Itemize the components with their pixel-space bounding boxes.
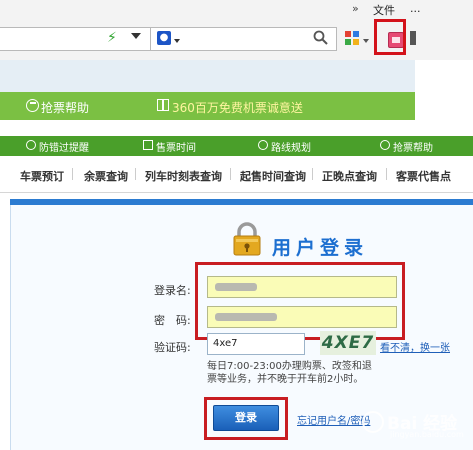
lightning-icon[interactable]: ⚡ xyxy=(107,30,117,46)
toolbar-edge xyxy=(410,31,416,45)
subnav-timetable[interactable]: 列车时刻表查询 xyxy=(145,168,222,184)
divider xyxy=(72,168,73,180)
divider xyxy=(135,168,136,180)
clock-icon xyxy=(26,140,36,150)
apps-chevron-icon[interactable] xyxy=(363,39,369,43)
subnav-agencies[interactable]: 客票代售点 xyxy=(396,168,451,184)
captcha-image[interactable]: 4XE7 xyxy=(320,331,376,355)
magnifier-icon[interactable] xyxy=(313,30,328,45)
lock-icon xyxy=(233,222,261,256)
paw-search-engine-icon[interactable]: ● xyxy=(157,31,171,45)
password-label: 密 码: xyxy=(154,314,191,327)
paw-icon xyxy=(362,411,384,433)
subnav-delay[interactable]: 正晚点查询 xyxy=(322,168,377,184)
captcha-refresh-link[interactable]: 看不清，换一张 xyxy=(380,339,450,354)
divider xyxy=(230,168,231,180)
baidu-jingyan-watermark: Bai 经验 jingyan.baidu.com xyxy=(360,405,473,445)
browser-menu-bar xyxy=(0,0,473,18)
divider xyxy=(386,168,387,180)
calendar-icon xyxy=(143,140,153,150)
gift-icon xyxy=(157,99,169,111)
toolbar-help-link[interactable]: 抢票帮助 xyxy=(41,99,89,116)
username-label: 登录名: xyxy=(154,284,191,297)
address-bar[interactable] xyxy=(0,27,151,51)
captcha-input[interactable]: 4xe7 xyxy=(207,333,305,355)
address-dropdown-chevron-icon[interactable] xyxy=(131,33,141,39)
menu-more[interactable]: ... xyxy=(410,2,421,15)
highlight-box-login xyxy=(204,397,288,440)
watermark-url: jingyan.baidu.com xyxy=(390,430,464,439)
divider xyxy=(312,168,313,180)
highlight-box-credentials xyxy=(195,262,405,340)
subnav-sale-start[interactable]: 起售时间查询 xyxy=(240,168,306,184)
nav-grab-help[interactable]: 抢票帮助 xyxy=(393,139,433,154)
search-icon xyxy=(258,140,268,150)
captcha-label: 验证码: xyxy=(154,341,191,354)
browser-tab-strip xyxy=(0,60,415,92)
subnav-booking[interactable]: 车票预订 xyxy=(20,168,64,184)
nav-reminder[interactable]: 防错过提醒 xyxy=(39,139,89,154)
nav-sale-time[interactable]: 售票时间 xyxy=(156,139,196,154)
service-hours-notice: 每日7:00-23:00办理购票、改签和退票等业务，并不晚于开车前2小时。 xyxy=(207,361,372,385)
menu-file[interactable]: 文件 xyxy=(373,2,395,18)
toolbar-promo-link[interactable]: 360百万免费机票诚意送 xyxy=(172,99,303,116)
nav-route-plan[interactable]: 路线规划 xyxy=(271,139,311,154)
highlight-box-extension xyxy=(374,19,406,55)
apps-icon[interactable] xyxy=(345,31,359,45)
help-icon xyxy=(26,99,39,112)
search-engine-chevron-icon[interactable] xyxy=(174,39,180,43)
subnav-remaining[interactable]: 余票查询 xyxy=(84,168,128,184)
login-title: 用户登录 xyxy=(272,237,369,259)
help-icon xyxy=(380,140,390,150)
menu-overflow-chevron[interactable]: » xyxy=(352,2,359,15)
